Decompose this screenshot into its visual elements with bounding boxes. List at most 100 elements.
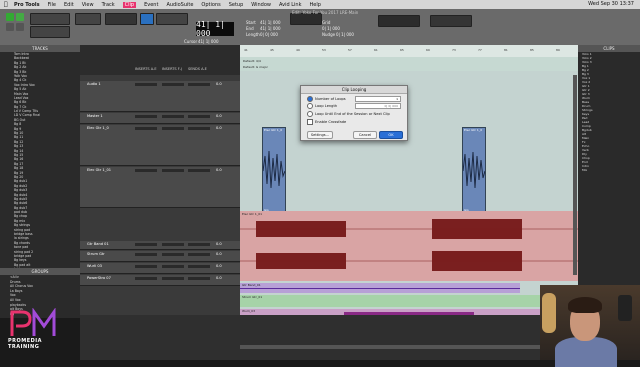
length-value[interactable]: 0| 0| 000 bbox=[260, 32, 278, 37]
enable-crossfade-checkbox[interactable] bbox=[307, 119, 313, 125]
end-value[interactable]: 41| 1| 000 bbox=[260, 26, 281, 31]
insert-slot[interactable] bbox=[162, 127, 184, 130]
menu-view[interactable]: View bbox=[82, 2, 94, 8]
loop-length-field[interactable]: 0| 0| 000 bbox=[355, 103, 401, 109]
insert-slot[interactable] bbox=[135, 277, 157, 280]
insert-slot[interactable] bbox=[162, 243, 184, 246]
track-header[interactable]: Strum Gtr 0.0 bbox=[80, 251, 240, 262]
menu-event[interactable]: Event bbox=[144, 2, 158, 8]
grid-mode-icon[interactable] bbox=[16, 23, 24, 31]
settings-button[interactable]: Settings... bbox=[307, 131, 333, 139]
insert-slot[interactable] bbox=[188, 277, 210, 280]
loop-until-end-option[interactable]: Loop Until End of the Session or Next Cl… bbox=[307, 111, 390, 117]
loop-length-radio[interactable] bbox=[307, 103, 313, 109]
insert-slot[interactable] bbox=[162, 253, 184, 256]
insert-slot[interactable] bbox=[135, 265, 157, 268]
menu-audiosuite[interactable]: AudioSuite bbox=[166, 2, 193, 8]
track-volume[interactable]: 0.0 bbox=[216, 126, 222, 130]
menu-help[interactable]: Help bbox=[309, 2, 320, 8]
menu-avid-link[interactable]: Avid Link bbox=[279, 2, 301, 8]
track-header[interactable]: Elec Gtr 1_01 0.0 bbox=[80, 167, 240, 208]
track-name[interactable]: Elec Gtr 1_0 bbox=[87, 126, 109, 130]
track-header[interactable]: Audio 1 0.0 bbox=[80, 81, 240, 112]
track-name[interactable]: Gtr Band 01 bbox=[87, 242, 109, 246]
main-counter[interactable]: 41| 1| 000 bbox=[196, 20, 234, 38]
menu-window[interactable]: Window bbox=[251, 2, 271, 8]
menu-setup[interactable]: Setup bbox=[229, 2, 244, 8]
track-lane-strum-gtr[interactable]: Strum Gtr_01 bbox=[240, 295, 578, 307]
track-name[interactable]: Audio 1 bbox=[87, 82, 101, 86]
track-header[interactable]: Master 1 0.0 bbox=[80, 113, 240, 124]
clips-title[interactable]: CLIPS bbox=[578, 45, 640, 52]
groups-title[interactable]: GROUPS bbox=[0, 268, 80, 275]
insert-slot[interactable] bbox=[162, 277, 184, 280]
key-marker[interactable]: Default: G major bbox=[243, 65, 268, 69]
track-name[interactable]: Elec Gtr 1_01 bbox=[87, 168, 111, 172]
insert-slot[interactable] bbox=[135, 115, 157, 118]
zoom-presets[interactable] bbox=[30, 26, 70, 38]
track-volume[interactable]: 0.0 bbox=[216, 264, 222, 268]
insert-slot[interactable] bbox=[135, 127, 157, 130]
insert-slot[interactable] bbox=[188, 243, 210, 246]
track-header[interactable]: PowerStro 07 0.0 bbox=[80, 275, 240, 286]
slip-mode-icon[interactable] bbox=[16, 13, 24, 21]
insert-slot[interactable] bbox=[188, 115, 210, 118]
insert-slot[interactable] bbox=[162, 115, 184, 118]
grid-value[interactable]: 0| 1| 000 bbox=[322, 26, 340, 31]
menu-track[interactable]: Track bbox=[102, 2, 115, 8]
vertical-scrollbar[interactable] bbox=[573, 75, 577, 275]
insert-slot[interactable] bbox=[135, 243, 157, 246]
track-volume[interactable]: 0.0 bbox=[216, 252, 222, 256]
shuffle-mode-icon[interactable] bbox=[6, 13, 14, 21]
insert-slot[interactable] bbox=[188, 265, 210, 268]
insert-slot[interactable] bbox=[135, 169, 157, 172]
menu-options[interactable]: Options bbox=[201, 2, 220, 8]
track-name[interactable]: PowerStro 07 bbox=[87, 276, 111, 280]
track-name[interactable]: Wurli 03 bbox=[87, 264, 102, 268]
track-volume[interactable]: 0.0 bbox=[216, 242, 222, 246]
loop-length-option[interactable]: Loop Length bbox=[307, 103, 337, 109]
loop-until-end-radio[interactable] bbox=[307, 111, 313, 117]
link-timeline-button[interactable] bbox=[140, 13, 154, 25]
horizontal-scrollbar[interactable] bbox=[240, 345, 540, 349]
insert-slot[interactable] bbox=[188, 127, 210, 130]
insert-slot[interactable] bbox=[188, 169, 210, 172]
nudge-value[interactable]: 0| 1| 000 bbox=[336, 32, 354, 37]
menu-edit[interactable]: Edit bbox=[64, 2, 74, 8]
insert-slot[interactable] bbox=[188, 83, 210, 86]
number-of-loops-radio[interactable] bbox=[307, 96, 313, 102]
insert-slot[interactable] bbox=[162, 265, 184, 268]
clip-elec-gtr-1[interactable]: Elec Gtr 1_0 GG bbox=[262, 127, 286, 213]
track-header[interactable]: Gtr Band 01 0.0 bbox=[80, 241, 240, 250]
spot-mode-icon[interactable] bbox=[6, 23, 14, 31]
clip-list-item[interactable]: Mix bbox=[578, 168, 640, 172]
zoom-buttons[interactable] bbox=[30, 13, 70, 25]
track-volume[interactable]: 0.0 bbox=[216, 82, 222, 86]
cancel-button[interactable]: Cancel bbox=[353, 131, 377, 139]
track-volume[interactable]: 0.0 bbox=[216, 168, 222, 172]
track-volume[interactable]: 0.0 bbox=[216, 114, 222, 118]
insert-slot[interactable] bbox=[135, 83, 157, 86]
tab-to-transient-button[interactable] bbox=[156, 13, 188, 25]
track-lane-gtr-band[interactable]: Gtr Band_01 bbox=[240, 283, 520, 293]
insert-slot[interactable] bbox=[162, 83, 184, 86]
marker-ruler[interactable]: Default: 4/4 Default: G major bbox=[240, 57, 578, 71]
tracks-title[interactable]: TRACKS bbox=[0, 45, 80, 52]
enable-crossfade-option[interactable]: Enable Crossfade bbox=[307, 119, 346, 125]
transport-controls[interactable] bbox=[105, 13, 137, 25]
meter-marker[interactable]: Default: 4/4 bbox=[243, 59, 261, 63]
app-menu[interactable]: Pro Tools bbox=[14, 2, 40, 8]
track-name[interactable]: Master 1 bbox=[87, 114, 103, 118]
number-of-loops-field[interactable]: 1 bbox=[355, 96, 401, 102]
ok-button[interactable]: OK bbox=[379, 131, 403, 139]
apple-icon[interactable]:  bbox=[4, 1, 8, 8]
edit-tools[interactable] bbox=[75, 13, 101, 25]
track-lane-elec-gtr-01[interactable]: Elec Gtr 1_01 bbox=[240, 211, 578, 281]
track-header[interactable]: Elec Gtr 1_0 0.0 bbox=[80, 125, 240, 166]
menu-clip[interactable]: Clip bbox=[122, 1, 137, 8]
insert-slot[interactable] bbox=[162, 169, 184, 172]
track-header[interactable]: Wurli 03 0.0 bbox=[80, 263, 240, 274]
track-name[interactable]: Strum Gtr bbox=[87, 252, 105, 256]
insert-slot[interactable] bbox=[135, 253, 157, 256]
start-value[interactable]: 41| 1| 000 bbox=[260, 20, 281, 25]
